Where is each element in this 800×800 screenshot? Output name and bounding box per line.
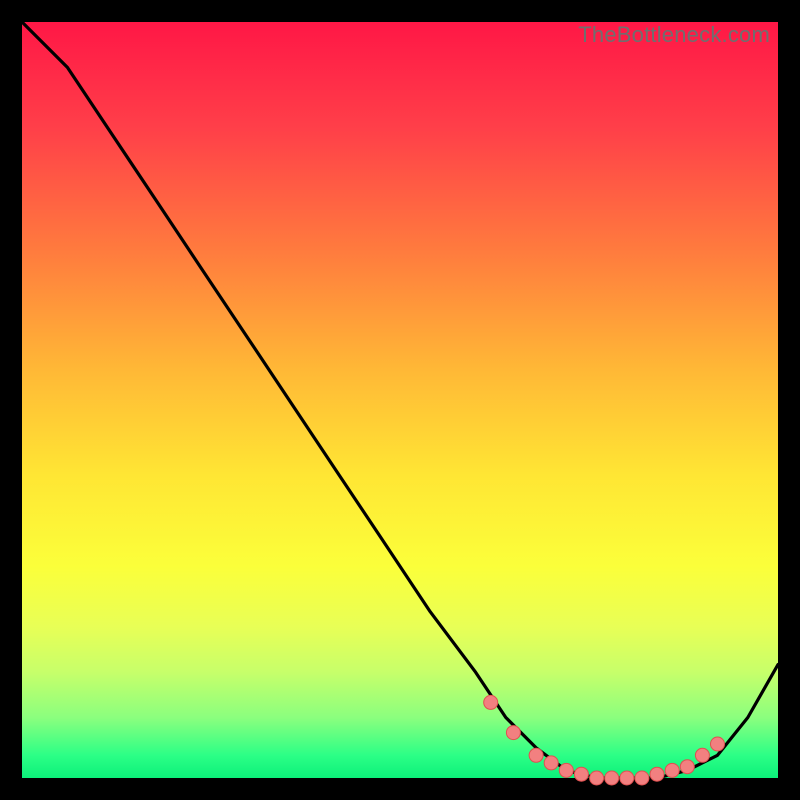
marker-point [590, 771, 604, 785]
marker-point [695, 748, 709, 762]
curve-line [22, 22, 778, 778]
marker-point [680, 760, 694, 774]
plot-area: TheBottleneck.com [22, 22, 778, 778]
marker-point [484, 695, 498, 709]
marker-group [484, 695, 725, 785]
chart-overlay [22, 22, 778, 778]
marker-point [650, 767, 664, 781]
chart-stage: TheBottleneck.com [0, 0, 800, 800]
marker-point [665, 763, 679, 777]
marker-point [506, 726, 520, 740]
marker-point [559, 763, 573, 777]
marker-point [620, 771, 634, 785]
marker-point [544, 756, 558, 770]
marker-point [635, 771, 649, 785]
marker-point [605, 771, 619, 785]
marker-point [574, 767, 588, 781]
marker-point [711, 737, 725, 751]
marker-point [529, 748, 543, 762]
